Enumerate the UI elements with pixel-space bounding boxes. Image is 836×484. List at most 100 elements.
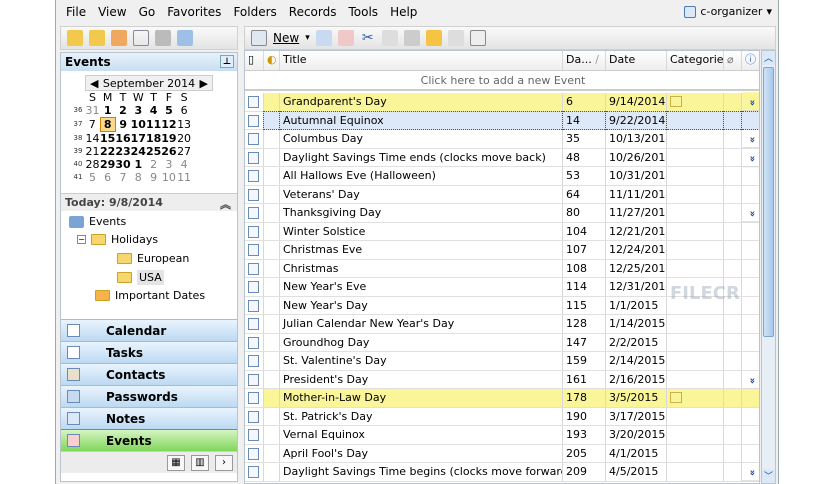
table-row[interactable]: Christmas Eve 107 12/24/2014 bbox=[245, 241, 759, 260]
new-button[interactable]: New bbox=[273, 31, 299, 45]
search-icon[interactable] bbox=[133, 30, 149, 46]
tree-item-usa[interactable]: USA bbox=[117, 270, 164, 285]
nav-contacts[interactable]: Contacts bbox=[61, 363, 237, 385]
menu-records[interactable]: Records bbox=[289, 5, 337, 19]
calendar-day[interactable]: 6 bbox=[100, 171, 115, 184]
calendar-day[interactable]: 14 bbox=[85, 132, 100, 146]
print-icon[interactable] bbox=[155, 30, 171, 46]
table-row[interactable]: President's Day 161 2/16/2015 » bbox=[245, 369, 759, 389]
col-title[interactable]: Title bbox=[280, 51, 563, 70]
pin-icon[interactable]: ⊥ bbox=[220, 55, 234, 68]
recycle-bin-icon[interactable]: ▥ bbox=[191, 455, 209, 471]
calendar-day[interactable]: 24 bbox=[131, 145, 146, 158]
menu-help[interactable]: Help bbox=[390, 5, 417, 19]
info-icon[interactable]: ⓘ bbox=[742, 51, 759, 70]
calendar-day[interactable]: 11 bbox=[146, 118, 161, 132]
table-row[interactable]: St. Valentine's Day 159 2/14/2015 bbox=[245, 352, 759, 371]
collapse-node-icon[interactable]: − bbox=[77, 235, 86, 244]
calendar-day[interactable]: 31 bbox=[85, 104, 100, 118]
calendar-day[interactable]: 27 bbox=[177, 145, 192, 158]
tree-item-important-dates[interactable]: Important Dates bbox=[95, 289, 205, 302]
delete-icon[interactable] bbox=[337, 30, 354, 46]
table-row[interactable]: Daylight Savings Time ends (clocks move … bbox=[245, 147, 759, 167]
calendar-day[interactable]: 18 bbox=[146, 132, 161, 146]
calendar-day[interactable]: 9 bbox=[146, 171, 161, 184]
cut-icon[interactable]: ✂ bbox=[360, 30, 376, 46]
menu-file[interactable]: File bbox=[66, 5, 86, 19]
calendar-day[interactable]: 25 bbox=[146, 145, 161, 158]
calendar-day[interactable]: 28 bbox=[85, 158, 100, 171]
today-bar[interactable]: Today: 9/8/2014 ︽ bbox=[61, 193, 237, 211]
new-record-icon[interactable] bbox=[251, 30, 267, 46]
attachment-icon[interactable]: ⌀ bbox=[724, 51, 742, 70]
calendar-day[interactable]: 17 bbox=[131, 132, 146, 146]
calendar-day[interactable]: 30 bbox=[115, 158, 130, 171]
calendar-day[interactable]: 15 bbox=[100, 132, 115, 146]
calendar-day[interactable]: 20 bbox=[177, 132, 192, 146]
nav-tasks[interactable]: Tasks bbox=[61, 341, 237, 363]
calendar-day[interactable]: 13 bbox=[177, 118, 192, 132]
edit-icon[interactable] bbox=[315, 30, 332, 46]
nav-events[interactable]: Events bbox=[61, 429, 237, 451]
scroll-up-icon[interactable]: ︿ bbox=[762, 51, 775, 65]
copy-icon[interactable] bbox=[381, 30, 398, 46]
menu-view[interactable]: View bbox=[98, 5, 126, 19]
table-row[interactable]: Columbus Day 35 10/13/2014 » bbox=[245, 129, 759, 149]
table-row[interactable]: Mother-in-Law Day 178 3/5/2015 bbox=[245, 389, 759, 408]
calendar-day[interactable]: 6 bbox=[177, 104, 192, 118]
table-row[interactable]: Autumnal Equinox 14 9/22/2014 bbox=[245, 110, 759, 130]
table-row[interactable]: Thanksgiving Day 80 11/27/2014 » bbox=[245, 203, 759, 223]
collapse-icon[interactable]: ︽ bbox=[220, 196, 231, 212]
edit-folder-icon[interactable] bbox=[89, 30, 105, 46]
new-folder-icon[interactable] bbox=[67, 30, 83, 46]
calendar-day[interactable]: 19 bbox=[161, 132, 176, 146]
calendar-day[interactable]: 16 bbox=[115, 132, 130, 146]
chevron-down-icon[interactable]: ▾ bbox=[305, 33, 310, 43]
calendar-day[interactable]: 4 bbox=[177, 158, 192, 171]
col-categories[interactable]: Categories bbox=[667, 51, 724, 70]
table-row[interactable]: Grandparent's Day 6 9/14/2014 » bbox=[245, 92, 759, 112]
calendar-day[interactable]: 10 bbox=[161, 171, 176, 184]
table-row[interactable]: Daylight Savings Time begins (clocks mov… bbox=[245, 462, 759, 482]
calendar-day[interactable]: 11 bbox=[177, 171, 192, 184]
col-date[interactable]: Date bbox=[606, 51, 667, 70]
menu-folders[interactable]: Folders bbox=[233, 5, 276, 19]
prev-month-button[interactable]: ◀ bbox=[90, 77, 98, 90]
table-row[interactable]: Veterans' Day 64 11/11/2014 bbox=[245, 185, 759, 204]
reminder-icon[interactable]: ◐ bbox=[264, 51, 280, 70]
table-row[interactable]: Groundhog Day 147 2/2/2015 bbox=[245, 333, 759, 352]
tree-item-european[interactable]: European bbox=[117, 252, 189, 265]
calendar-day[interactable]: 8 bbox=[131, 171, 146, 184]
menu-tools[interactable]: Tools bbox=[349, 5, 379, 19]
table-row[interactable]: Winter Solstice 104 12/21/2014 bbox=[245, 222, 759, 241]
nav-passwords[interactable]: Passwords bbox=[61, 385, 237, 407]
calendar-day[interactable]: 4 bbox=[146, 104, 161, 118]
table-row[interactable]: Christmas 108 12/25/2014 bbox=[245, 259, 759, 278]
calendar-day[interactable]: 8 bbox=[99, 117, 116, 132]
calendar-day[interactable]: 5 bbox=[161, 104, 176, 118]
menu-favorites[interactable]: Favorites bbox=[167, 5, 221, 19]
col-days[interactable]: Da... / bbox=[563, 51, 606, 70]
paste-icon[interactable] bbox=[403, 30, 420, 46]
scroll-thumb[interactable] bbox=[763, 67, 774, 337]
calendar-day[interactable]: 23 bbox=[115, 145, 130, 158]
calendar-day[interactable]: 3 bbox=[161, 158, 176, 171]
calendar-view-icon[interactable]: ▦ bbox=[167, 455, 185, 471]
table-row[interactable]: April Fool's Day 205 4/1/2015 bbox=[245, 444, 759, 463]
record-type-icon[interactable]: ▯ bbox=[245, 51, 264, 70]
scroll-down-icon[interactable]: ﹀ bbox=[762, 469, 775, 483]
table-row[interactable]: Vernal Equinox 193 3/20/2015 bbox=[245, 426, 759, 445]
add-new-event-row[interactable]: Click here to add a new Event bbox=[245, 71, 759, 91]
calendar-day[interactable]: 22 bbox=[100, 145, 115, 158]
table-row[interactable]: All Hallows Eve (Halloween) 53 10/31/201… bbox=[245, 167, 759, 186]
note-icon[interactable] bbox=[425, 30, 442, 46]
vertical-scrollbar[interactable]: ︿ ﹀ bbox=[761, 50, 776, 484]
table-row[interactable]: Julian Calendar New Year's Day 128 1/14/… bbox=[245, 315, 759, 334]
menu-go[interactable]: Go bbox=[139, 5, 156, 19]
columns-icon[interactable] bbox=[469, 30, 486, 46]
calendar-day[interactable]: 10 bbox=[131, 118, 146, 132]
profile-selector[interactable]: c-organizer ▾ bbox=[684, 5, 772, 18]
delete-folder-icon[interactable] bbox=[111, 30, 127, 46]
calendar-day[interactable]: 29 bbox=[100, 158, 115, 171]
calendar-day[interactable]: 1 bbox=[131, 158, 146, 171]
